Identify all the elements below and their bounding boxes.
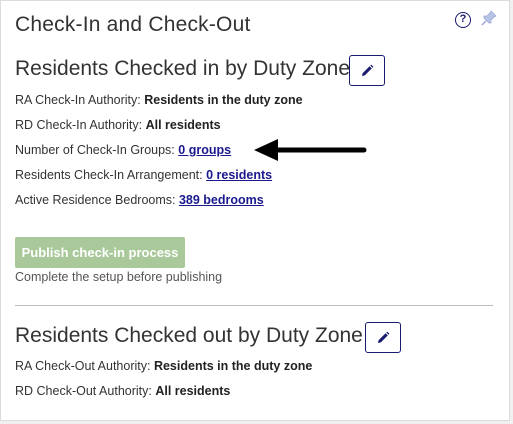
edit-checkout-button[interactable]: [365, 322, 401, 353]
publish-hint: Complete the setup before publishing: [15, 270, 223, 284]
row-value: All residents: [145, 118, 221, 132]
row-label: RD Check-Out Authority:: [15, 384, 156, 398]
ra-checkin-authority-row: RA Check-In Authority: Residents in the …: [15, 93, 303, 107]
checkin-groups-row: Number of Check-In Groups: 0 groups: [15, 143, 231, 157]
row-label: Number of Check-In Groups:: [15, 143, 179, 157]
pencil-icon: [378, 331, 390, 343]
pencil-icon: [362, 64, 374, 76]
check-in-check-out-card: Check-In and Check-Out ? Residents Check…: [0, 0, 510, 421]
active-bedrooms-link[interactable]: 389 bedrooms: [179, 193, 264, 207]
help-icon[interactable]: ?: [455, 12, 471, 28]
checkin-section-heading: Residents Checked in by Duty Zone: [15, 57, 351, 80]
row-value: Residents in the duty zone: [153, 359, 313, 373]
rd-checkin-authority-row: RD Check-In Authority: All residents: [15, 118, 221, 132]
checkin-arrangement-row: Residents Check-In Arrangement: 0 reside…: [15, 168, 272, 182]
ra-checkout-authority-row: RA Check-Out Authority: Residents in the…: [15, 359, 312, 373]
section-divider: [15, 305, 493, 306]
row-label: Residents Check-In Arrangement:: [15, 168, 207, 182]
annotation-arrow-icon: [254, 139, 367, 161]
active-bedrooms-row: Active Residence Bedrooms: 389 bedrooms: [15, 193, 264, 207]
rd-checkout-authority-row: RD Check-Out Authority: All residents: [15, 384, 230, 398]
checkin-arrangement-link[interactable]: 0 residents: [206, 168, 272, 182]
checkout-section-heading: Residents Checked out by Duty Zone: [15, 324, 363, 347]
checkin-groups-link[interactable]: 0 groups: [178, 143, 231, 157]
row-value: Residents in the duty zone: [144, 93, 303, 107]
row-label: Active Residence Bedrooms:: [15, 193, 179, 207]
edit-checkin-button[interactable]: [349, 55, 385, 86]
card-title: Check-In and Check-Out: [15, 13, 251, 36]
row-value: All residents: [155, 384, 231, 398]
row-label: RD Check-In Authority:: [15, 118, 146, 132]
publish-checkin-button[interactable]: Publish check-in process: [15, 237, 185, 268]
pin-icon[interactable]: [481, 10, 497, 26]
row-label: RA Check-Out Authority:: [15, 359, 154, 373]
row-label: RA Check-In Authority:: [15, 93, 145, 107]
